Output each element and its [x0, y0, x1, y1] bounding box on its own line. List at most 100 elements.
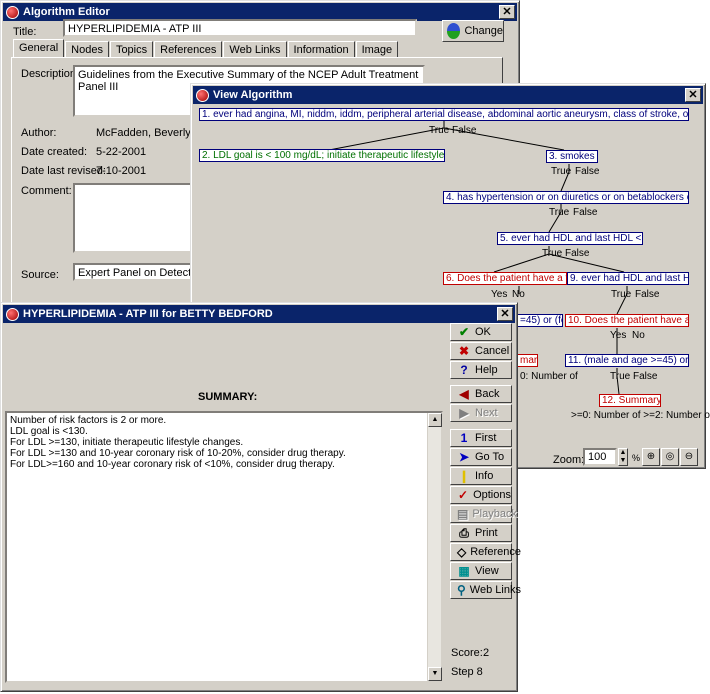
- view-button[interactable]: ▦ View: [450, 562, 512, 580]
- back-label: Back: [475, 388, 500, 400]
- score-note: >=0: Number of >=2: Number of: [571, 410, 710, 421]
- change-button[interactable]: Change: [442, 20, 504, 42]
- web-links-button[interactable]: ⚲ Web Links: [450, 581, 521, 599]
- node-11[interactable]: 11. (male and age >=45) or (fen: [565, 354, 689, 367]
- cancel-button[interactable]: ✖ Cancel: [450, 342, 512, 360]
- book-icon: ◇: [457, 545, 467, 559]
- print-button[interactable]: ⎙ Print: [450, 524, 512, 542]
- score-value: 2: [483, 647, 490, 659]
- node-4[interactable]: 4. has hypertension or on diuretics or o…: [443, 191, 689, 204]
- printer-icon: ⎙: [459, 525, 469, 540]
- options-button[interactable]: ✓ Options: [450, 486, 512, 504]
- node-9[interactable]: 9. ever had HDL and last HDL: [567, 272, 689, 285]
- tab-general[interactable]: General: [13, 39, 65, 58]
- edge-false: False: [575, 166, 600, 177]
- edge-no: No: [512, 289, 525, 300]
- title-input[interactable]: HYPERLIPIDEMIA - ATP III: [63, 19, 417, 37]
- summary-textarea[interactable]: Number of risk factors is 2 or more. LDL…: [5, 411, 443, 683]
- reference-label: Reference: [470, 546, 521, 558]
- zoom-in-icon[interactable]: ⊕: [642, 448, 660, 466]
- edge-true: True: [542, 248, 563, 259]
- comment-input[interactable]: [73, 183, 193, 253]
- tab-image[interactable]: Image: [355, 41, 399, 58]
- reference-button[interactable]: ◇ Reference: [450, 543, 521, 561]
- goto-label: Go To: [475, 451, 505, 463]
- date-created-value: 5-22-2001: [96, 146, 147, 158]
- app-icon: [196, 88, 209, 102]
- summary-line: For LDL>=160 and 10-year coronary risk o…: [10, 459, 335, 470]
- node-3[interactable]: 3. smokes: [546, 150, 598, 163]
- number-one-icon: 1: [460, 431, 468, 445]
- step-indicator: Step 8: [451, 666, 483, 678]
- app-icon: [6, 307, 19, 321]
- zoom-label: Zoom:: [553, 454, 585, 466]
- connector: [328, 127, 445, 151]
- edge-false: False: [635, 289, 660, 300]
- scroll-up-icon[interactable]: ▲: [428, 413, 442, 427]
- date-created-label: Date created:: [21, 146, 88, 158]
- summary-line: For LDL >=130 and 10-year coronary risk …: [10, 448, 346, 459]
- summary-heading: SUMMARY:: [198, 391, 258, 403]
- zoom-unit: %: [632, 453, 641, 463]
- scroll-down-icon[interactable]: ▼: [428, 667, 442, 681]
- editor-title: Algorithm Editor: [23, 6, 110, 18]
- patient-algorithm-window: HYPERLIPIDEMIA - ATP III for BETTY BEDFO…: [0, 302, 521, 692]
- options-label: Options: [473, 489, 511, 501]
- edge-true: True: [551, 166, 572, 177]
- zoom-fit-icon[interactable]: ◎: [661, 448, 679, 466]
- node-6[interactable]: 6. Does the patient have a first: [443, 272, 567, 285]
- view-label: View: [475, 565, 499, 577]
- edge-false: False: [565, 248, 590, 259]
- edge-false: False: [633, 371, 658, 382]
- patient-title: HYPERLIPIDEMIA - ATP III for BETTY BEDFO…: [23, 308, 273, 320]
- viewer-titlebar[interactable]: View Algorithm ✕: [193, 86, 703, 104]
- playback-label: Playback: [472, 508, 517, 520]
- patient-titlebar[interactable]: HYPERLIPIDEMIA - ATP III for BETTY BEDFO…: [3, 305, 515, 323]
- tab-references[interactable]: References: [154, 41, 223, 58]
- help-button[interactable]: ? Help: [450, 361, 512, 379]
- cancel-label: Cancel: [475, 345, 510, 357]
- first-button[interactable]: 1 First: [450, 429, 512, 447]
- edge-yes: Yes: [610, 330, 627, 341]
- zoom-spinner-icon[interactable]: ▲ ▼: [618, 448, 628, 466]
- summary-scrollbar[interactable]: ▲ ▼: [427, 413, 442, 681]
- node-11-fragment: =45) or (fem: [518, 314, 563, 327]
- options-icon: ✓: [458, 488, 469, 502]
- app-icon: [6, 5, 19, 19]
- ok-button[interactable]: ✔ OK: [450, 323, 512, 341]
- x-icon: ✖: [458, 344, 470, 358]
- node-5[interactable]: 5. ever had HDL and last HDL < 40: [497, 232, 643, 245]
- close-icon[interactable]: ✕: [685, 88, 701, 102]
- viewer-title: View Algorithm: [213, 89, 293, 101]
- zoom-out-icon[interactable]: ⊖: [680, 448, 698, 466]
- edge-true: True: [549, 207, 570, 218]
- node-2[interactable]: 2. LDL goal is < 100 mg/dL; initiate the…: [199, 149, 445, 162]
- globe-icon: [447, 23, 461, 39]
- close-icon[interactable]: ✕: [497, 307, 513, 321]
- ok-label: OK: [475, 326, 491, 338]
- question-icon: ?: [460, 363, 468, 377]
- playback-button[interactable]: ▤ Playback: [450, 505, 517, 523]
- source-input[interactable]: Expert Panel on Detection, E: [73, 263, 193, 281]
- edge-no: No: [632, 330, 645, 341]
- tab-nodes[interactable]: Nodes: [65, 41, 109, 58]
- arrow-left-icon: ◀: [459, 387, 469, 401]
- node-1[interactable]: 1. ever had angina, MI, niddm, iddm, per…: [199, 108, 689, 121]
- back-button[interactable]: ◀ Back: [450, 385, 512, 403]
- node-12[interactable]: 12. Summary:: [599, 394, 661, 407]
- edge-true: True: [611, 289, 632, 300]
- edge-true: True: [429, 125, 450, 136]
- tab-web-links[interactable]: Web Links: [223, 41, 287, 58]
- info-button[interactable]: ❙ Info: [450, 467, 512, 485]
- tab-information[interactable]: Information: [287, 41, 355, 58]
- goto-button[interactable]: ➤ Go To: [450, 448, 512, 466]
- tab-topics[interactable]: Topics: [109, 41, 154, 58]
- next-button[interactable]: ▶ Next: [450, 404, 512, 422]
- zoom-input[interactable]: 100: [583, 448, 617, 466]
- date-revised-label: Date last revised:: [21, 165, 106, 177]
- close-icon[interactable]: ✕: [499, 5, 515, 19]
- connector: [493, 253, 550, 273]
- change-button-label: Change: [464, 25, 503, 37]
- description-label: Description:: [21, 68, 80, 80]
- node-10[interactable]: 10. Does the patient have a fir: [565, 314, 689, 327]
